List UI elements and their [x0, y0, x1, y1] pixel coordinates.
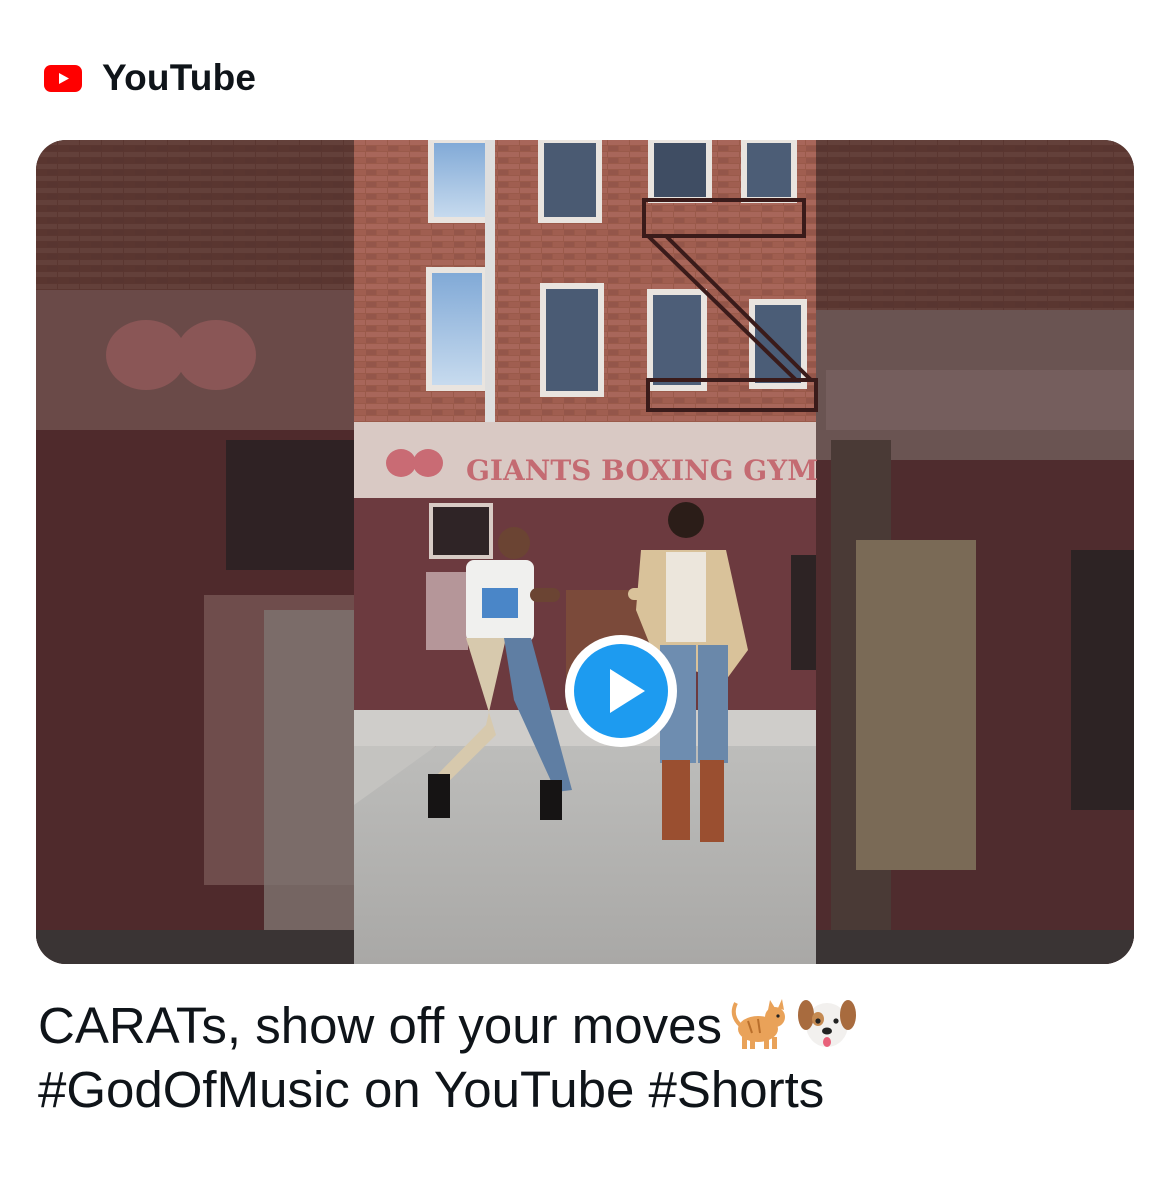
link-source-header[interactable]: YouTube — [44, 52, 256, 104]
tweet-caption: CARATs, show off your moves #GodOfMusic … — [38, 994, 1128, 1122]
video-thumbnail-image: GIANTS BOXING GYM — [36, 140, 1134, 964]
caption-line-2: #GodOfMusic on YouTube #Shorts — [38, 1061, 825, 1118]
youtube-logo-icon — [44, 64, 82, 92]
source-name: YouTube — [102, 57, 257, 98]
dog-face-emoji-icon — [798, 1000, 857, 1047]
storefront-sign-text: GIANTS BOXING GYM — [466, 454, 818, 487]
play-icon — [565, 635, 677, 747]
caption-line-1: CARATs, show off your moves — [38, 994, 1128, 1058]
cat-emoji-icon — [731, 999, 786, 1049]
caption-text: CARATs, show off your moves — [38, 997, 723, 1054]
video-thumbnail-card[interactable]: GIANTS BOXING GYM — [36, 140, 1134, 964]
play-button[interactable] — [563, 633, 679, 749]
